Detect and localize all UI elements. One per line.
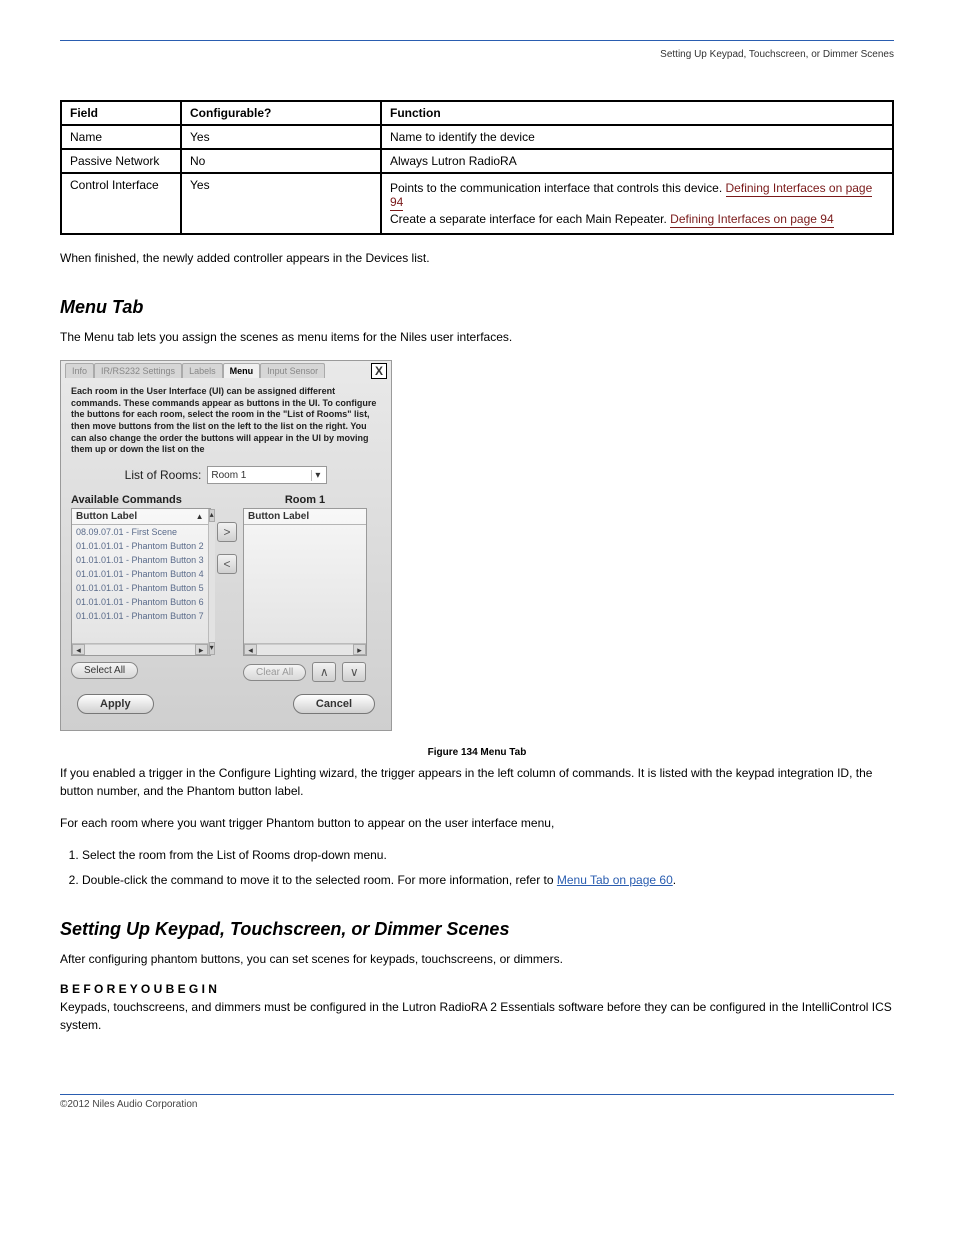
scroll-track[interactable] [85,644,195,655]
cell-text: Create a separate interface for each Mai… [390,212,667,226]
tab-strip: Info IR/RS232 Settings Labels Menu Input… [61,361,391,378]
footer-copyright: ©2012 Niles Audio Corporation [60,1095,894,1110]
section-heading-setting-up: Setting Up Keypad, Touchscreen, or Dimme… [60,919,894,940]
cell-config: Yes [181,173,381,234]
move-right-button[interactable]: > [217,522,237,542]
select-all-button[interactable]: Select All [71,662,138,679]
move-down-button[interactable]: ∨ [342,662,366,682]
tab-input-sensor[interactable]: Input Sensor [260,363,325,378]
dialog-description: Each room in the User Interface (UI) can… [71,386,381,456]
rooms-dropdown[interactable]: Room 1 ▾ [207,466,327,484]
step-text: . [673,873,676,887]
cell-field: Name [61,125,181,149]
scroll-right-icon[interactable]: ▸ [195,644,208,655]
move-up-button[interactable]: ∧ [312,662,336,682]
right-list-title: Room 1 [243,494,367,508]
cell-config: Yes [181,125,381,149]
h-scrollbar[interactable]: ◂ ▸ [244,643,366,655]
th-function: Function [381,101,893,125]
steps-list: Select the room from the List of Rooms d… [82,846,894,889]
figure-caption: Figure 134 Menu Tab [60,747,894,758]
header-rule [60,40,894,41]
cell-text: Points to the communication interface th… [390,181,722,195]
h-scrollbar[interactable]: ◂ ▸ [72,643,208,655]
list-item[interactable]: 01.01.01.01 - Phantom Button 6 [72,595,208,609]
cross-ref-link[interactable]: Defining Interfaces on page 94 [670,212,833,228]
step-text: Double-click the command to move it to t… [82,873,557,887]
cell-config: No [181,149,381,173]
paragraph: The Menu tab lets you assign the scenes … [60,328,894,346]
scroll-track[interactable] [257,644,353,655]
scroll-left-icon[interactable]: ◂ [72,644,85,655]
move-left-button[interactable]: < [217,554,237,574]
th-field: Field [61,101,181,125]
cell-function: Points to the communication interface th… [381,173,893,234]
list-item[interactable]: 01.01.01.01 - Phantom Button 5 [72,581,208,595]
tab-ir-rs232[interactable]: IR/RS232 Settings [94,363,182,378]
cell-function: Name to identify the device [381,125,893,149]
scroll-down-icon[interactable]: ▾ [209,642,215,655]
step-item: Select the room from the List of Rooms d… [82,846,894,865]
list-item[interactable]: 08.09.07.01 - First Scene [72,525,208,539]
list-item[interactable]: 01.01.01.01 - Phantom Button 3 [72,553,208,567]
chevron-down-icon: ▾ [311,470,323,481]
rooms-label: List of Rooms: [125,468,202,482]
paragraph: If you enabled a trigger in the Configur… [60,764,894,800]
running-header: Setting Up Keypad, Touchscreen, or Dimme… [60,49,894,60]
tab-menu[interactable]: Menu [223,363,261,378]
note-text: Keypads, touchscreens, and dimmers must … [60,998,894,1034]
list-item[interactable]: 01.01.01.01 - Phantom Button 2 [72,539,208,553]
available-commands-list[interactable]: Button Label ▲ 08.09.07.01 - First Scene… [71,508,211,656]
tab-info[interactable]: Info [65,363,94,378]
rooms-value: Room 1 [211,470,246,481]
parameters-table: Field Configurable? Function Name Yes Na… [60,100,894,235]
apply-button[interactable]: Apply [77,694,154,714]
clear-all-button[interactable]: Clear All [243,664,306,681]
table-row: Control Interface Yes Points to the comm… [61,173,893,234]
cross-ref-link[interactable]: Menu Tab on page 60 [557,873,673,887]
scroll-up-icon[interactable]: ▴ [209,509,215,522]
cell-field: Control Interface [61,173,181,234]
sort-asc-icon[interactable]: ▲ [196,512,204,521]
note-heading: B E F O R E Y O U B E G I N [60,982,894,996]
section-heading-menu-tab: Menu Tab [60,297,894,318]
th-config: Configurable? [181,101,381,125]
step-item: Double-click the command to move it to t… [82,871,894,890]
left-list-title: Available Commands [71,494,211,508]
close-button[interactable]: X [371,363,387,379]
list-item[interactable]: 01.01.01.01 - Phantom Button 4 [72,567,208,581]
dialog-screenshot: Info IR/RS232 Settings Labels Menu Input… [60,360,392,731]
paragraph: When finished, the newly added controlle… [60,249,894,267]
cancel-button[interactable]: Cancel [293,694,375,714]
left-col-header[interactable]: Button Label [76,511,137,522]
v-scrollbar[interactable]: ▴ ▾ [208,509,215,655]
table-row: Name Yes Name to identify the device [61,125,893,149]
scroll-left-icon[interactable]: ◂ [244,644,257,655]
cell-function: Always Lutron RadioRA [381,149,893,173]
room-commands-list[interactable]: Button Label ◂ ▸ [243,508,367,656]
paragraph: For each room where you want trigger Pha… [60,814,894,832]
scroll-right-icon[interactable]: ▸ [353,644,366,655]
tab-labels[interactable]: Labels [182,363,223,378]
right-col-header[interactable]: Button Label [248,511,309,522]
list-item[interactable]: 01.01.01.01 - Phantom Button 7 [72,609,208,623]
cell-field: Passive Network [61,149,181,173]
table-row: Passive Network No Always Lutron RadioRA [61,149,893,173]
paragraph: After configuring phantom buttons, you c… [60,950,894,968]
